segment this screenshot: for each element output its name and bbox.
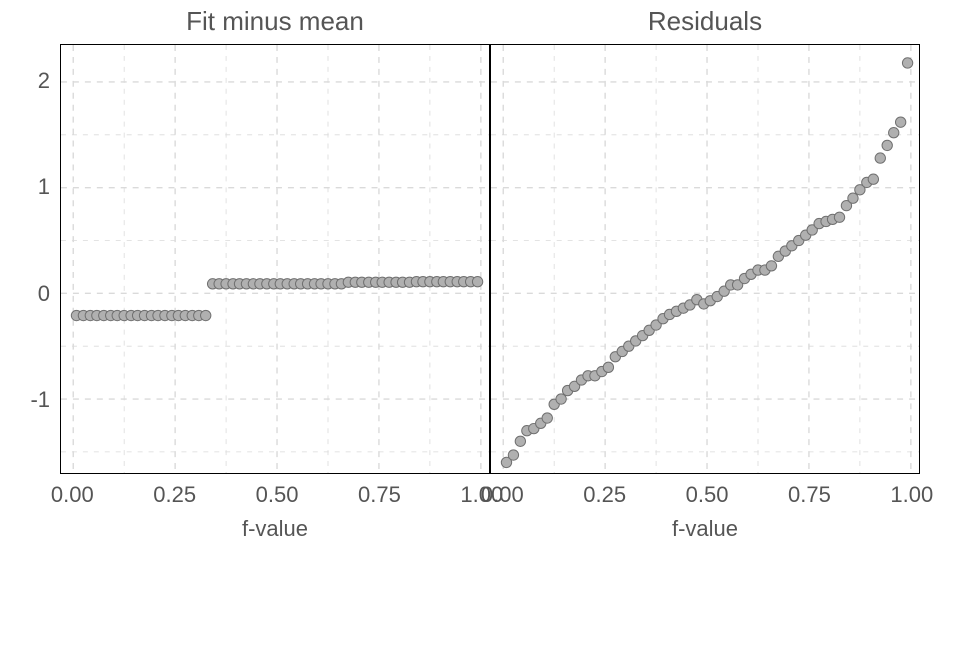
x-tick: 0.00 <box>51 482 94 508</box>
data-point <box>875 153 885 163</box>
data-point <box>472 277 482 287</box>
x-tick: 0.25 <box>153 482 196 508</box>
panel-left-svg <box>61 45 489 473</box>
data-point <box>902 58 912 68</box>
y-tick: -1 <box>0 387 50 413</box>
x-label-right: f-value <box>672 516 738 542</box>
data-point <box>542 413 552 423</box>
data-point <box>766 261 776 271</box>
panel-title-left: Fit minus mean <box>60 6 490 37</box>
figure: Fit minus mean Residuals -1 0 1 2 0.00 0.25 0… <box>0 0 960 672</box>
y-tick: 1 <box>0 174 50 200</box>
panel-left <box>60 44 490 474</box>
panel-title-right: Residuals <box>490 6 920 37</box>
data-point <box>201 310 211 320</box>
data-point <box>868 174 878 184</box>
data-point <box>603 362 613 372</box>
x-tick: 1.00 <box>890 482 933 508</box>
data-point <box>848 193 858 203</box>
data-point <box>882 140 892 150</box>
x-tick: 0.50 <box>256 482 299 508</box>
x-tick: 0.75 <box>788 482 831 508</box>
x-tick: 0.75 <box>358 482 401 508</box>
y-tick: 0 <box>0 281 50 307</box>
panel-right-svg <box>491 45 919 473</box>
data-point <box>508 450 518 460</box>
data-point <box>895 117 905 127</box>
x-tick: 0.25 <box>583 482 626 508</box>
x-tick: 0.00 <box>481 482 524 508</box>
y-tick: 2 <box>0 68 50 94</box>
panel-right <box>490 44 920 474</box>
x-label-left: f-value <box>242 516 308 542</box>
data-point <box>834 212 844 222</box>
x-tick: 0.50 <box>686 482 729 508</box>
data-point <box>889 128 899 138</box>
data-point <box>515 436 525 446</box>
